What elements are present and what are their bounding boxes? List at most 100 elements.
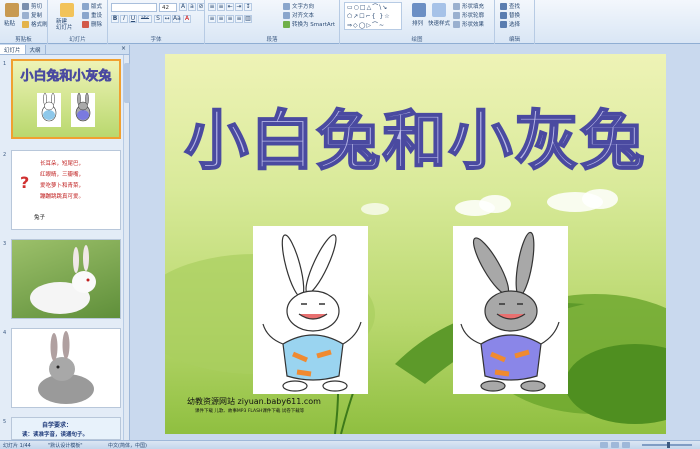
- paste-icon[interactable]: [5, 3, 19, 17]
- shapes-gallery[interactable]: ▭○□△⌒\↘ ⬠↗☐⌐{ }☆ ⇒◇◯▷⌒~: [344, 2, 402, 30]
- thumb-rabbits: [37, 92, 95, 127]
- shadow-button[interactable]: S: [154, 15, 162, 23]
- binoculars-icon: [500, 2, 507, 10]
- clipboard-group: 粘贴 剪切 复制 格式刷 剪贴板: [0, 0, 48, 44]
- tab-slides[interactable]: 幻灯片: [0, 45, 26, 54]
- align-right-button[interactable]: ≡: [226, 15, 234, 23]
- font-group: 42 A a ⊘ B I U abc S ↔ Aa A 字体: [108, 0, 205, 44]
- new-slide-button[interactable]: 新建 幻灯片: [56, 19, 73, 31]
- format-painter-button[interactable]: 格式刷: [22, 20, 48, 28]
- delete-slide-button[interactable]: 删除: [82, 20, 102, 28]
- align-text-button[interactable]: 对齐文本: [283, 11, 314, 19]
- font-name-field[interactable]: [111, 3, 157, 12]
- justify-button[interactable]: ≡: [235, 15, 243, 23]
- drawing-group: ▭○□△⌒\↘ ⬠↗☐⌐{ }☆ ⇒◇◯▷⌒~ 排列 快速样式 形状填充 形状轮廓 …: [340, 0, 495, 44]
- bullets-button[interactable]: ≡: [208, 3, 216, 11]
- numbering-button[interactable]: ≡: [217, 3, 225, 11]
- decrease-indent-button[interactable]: ⇤: [226, 3, 234, 11]
- align-text-icon: [283, 11, 290, 19]
- align-left-button[interactable]: ≡: [208, 15, 216, 23]
- brush-icon: [22, 20, 29, 28]
- underline-button[interactable]: U: [129, 15, 137, 23]
- riddle-line: 红眼睛，三瓣嘴，: [40, 172, 85, 178]
- slides-pane: 幻灯片 大纲 × 1 小白兔和小灰兔 2 ? 长耳朵，短尾巴， 红眼睛，三瓣嘴，…: [0, 45, 130, 440]
- text-direction-button[interactable]: 文字方向: [283, 2, 314, 10]
- tab-outline[interactable]: 大纲: [26, 45, 46, 54]
- quick-styles-icon[interactable]: [432, 3, 446, 17]
- theme-name[interactable]: "默认设计模板": [48, 442, 83, 449]
- slide-thumbnail-5[interactable]: 自学要求： 读：读准字音，读通句子。: [11, 417, 121, 440]
- question-mark-icon: ?: [20, 173, 30, 192]
- arrange-button[interactable]: 排列: [412, 19, 423, 27]
- slide-title[interactable]: 小白兔和小灰兔: [165, 90, 666, 182]
- gray-rabbit-image[interactable]: [453, 226, 568, 394]
- pane-scrollbar[interactable]: [123, 55, 130, 440]
- slide-thumbnail-3[interactable]: [11, 239, 121, 319]
- slides-label: 幻灯片: [69, 37, 86, 43]
- grow-font-button[interactable]: A: [179, 3, 187, 11]
- clear-format-button[interactable]: ⊘: [197, 3, 205, 11]
- status-bar: 幻灯片 1/44 "默认设计模板" 中文(简体，中国): [0, 440, 700, 449]
- layout-button[interactable]: 版式: [82, 2, 102, 10]
- copy-button[interactable]: 复制: [22, 11, 42, 19]
- align-center-button[interactable]: ≡: [217, 15, 225, 23]
- shape-fill-button[interactable]: 形状填充: [453, 2, 484, 10]
- white-rabbit-photo: [30, 245, 96, 314]
- slide-number: 1: [3, 61, 7, 67]
- slide-thumbnail-4[interactable]: [11, 328, 121, 408]
- cut-button[interactable]: 剪切: [22, 2, 42, 10]
- slide-sorter-icon[interactable]: [611, 442, 619, 448]
- strikethrough-button[interactable]: abc: [138, 15, 152, 23]
- select-button[interactable]: 选择: [500, 20, 520, 28]
- font-color-button[interactable]: A: [183, 15, 191, 23]
- slide-number: 2: [3, 152, 7, 158]
- view-buttons: [600, 442, 630, 448]
- slide-canvas[interactable]: 小白兔和小灰兔 幼教资源网站 ziyuan.baby611.com 课件下载 儿…: [165, 54, 666, 434]
- quick-styles-button[interactable]: 快速样式: [428, 19, 450, 27]
- reset-icon: [82, 11, 89, 19]
- char-spacing-button[interactable]: ↔: [163, 15, 171, 23]
- slide-number: 3: [3, 241, 7, 247]
- find-button[interactable]: 查找: [500, 2, 520, 10]
- columns-button[interactable]: ▥: [244, 15, 252, 23]
- line-spacing-button[interactable]: ↕: [244, 3, 252, 11]
- site-watermark-sub: 课件下载 儿歌、故事MP3 FLASH课件下载 试卷下载等: [195, 409, 305, 414]
- shrink-font-button[interactable]: a: [188, 3, 196, 11]
- editing-group: 查找 替换 选择 编辑: [495, 0, 535, 44]
- change-case-button[interactable]: Aa: [172, 15, 181, 23]
- slide-thumbnail-1[interactable]: 小白兔和小灰兔: [11, 59, 121, 139]
- fill-bucket-icon: [453, 2, 460, 10]
- font-size-field[interactable]: 42: [159, 3, 177, 12]
- bold-button[interactable]: B: [111, 15, 119, 23]
- replace-button[interactable]: 替换: [500, 11, 520, 19]
- slideshow-icon[interactable]: [622, 442, 630, 448]
- drawing-label: 绘图: [411, 37, 423, 43]
- arrange-icon[interactable]: [412, 3, 426, 17]
- white-rabbit-image[interactable]: [253, 226, 368, 394]
- close-icon[interactable]: ×: [118, 45, 129, 54]
- normal-view-icon[interactable]: [600, 442, 608, 448]
- white-rabbit-drawing: [262, 234, 362, 392]
- new-slide-icon[interactable]: [60, 3, 74, 17]
- language-indicator[interactable]: 中文(简体，中国): [108, 442, 147, 449]
- increase-indent-button[interactable]: ⇥: [235, 3, 243, 11]
- gray-rabbit-photo: [38, 331, 94, 404]
- paste-button[interactable]: 粘贴: [4, 19, 15, 27]
- slide-thumbnail-2[interactable]: ? 长耳朵，短尾巴， 红眼睛，三瓣嘴， 爱吃萝卜和青菜， 蹦蹦跳跳真可爱。 兔子: [11, 150, 121, 230]
- text-direction-icon: [283, 2, 290, 10]
- site-watermark: 幼教资源网站 ziyuan.baby611.com: [187, 397, 321, 406]
- font-label: 字体: [150, 37, 162, 43]
- zoom-slider-knob[interactable]: [667, 442, 670, 448]
- italic-button[interactable]: I: [120, 15, 128, 23]
- riddle-line: 长耳朵，短尾巴，: [40, 161, 85, 167]
- slide-number: 4: [3, 330, 7, 336]
- copy-icon: [22, 11, 29, 19]
- scissors-icon: [22, 2, 29, 10]
- riddle-line: 蹦蹦跳跳真可爱。: [40, 194, 85, 200]
- shape-effects-button[interactable]: 形状效果: [453, 20, 484, 28]
- scrollbar-thumb[interactable]: [124, 63, 130, 103]
- reset-button[interactable]: 重设: [82, 11, 102, 19]
- shape-outline-button[interactable]: 形状轮廓: [453, 11, 484, 19]
- editing-label: 编辑: [508, 37, 520, 43]
- smartart-button[interactable]: 转换为 SmartArt: [283, 20, 335, 28]
